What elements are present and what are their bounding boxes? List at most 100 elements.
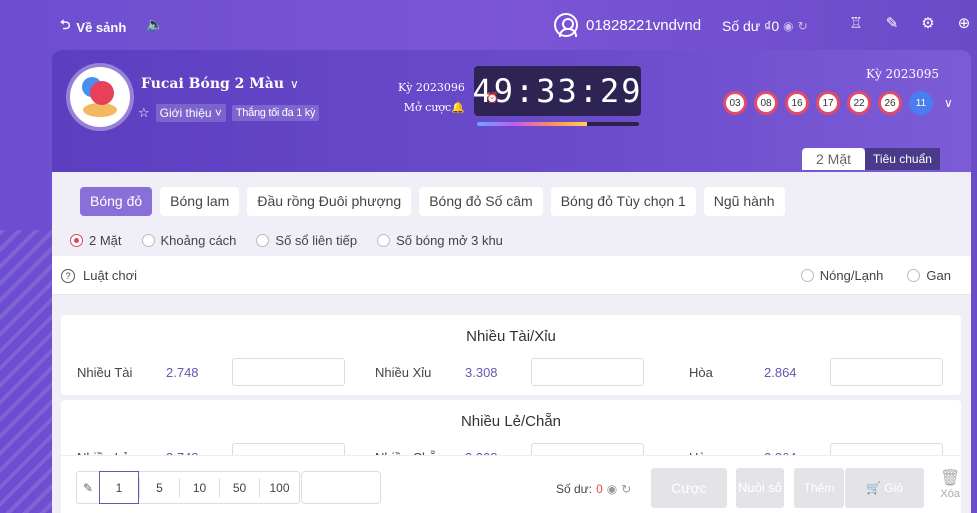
bet-amount-input[interactable] <box>232 358 345 386</box>
sub-options: 2 Mặt Khoảng cách Số sổ liên tiếp Số bóng m… <box>70 233 503 248</box>
delete-button[interactable]: 🗑 Xóa <box>940 468 960 500</box>
globe-icon[interactable]: ⊕ <box>954 14 974 32</box>
rules-link[interactable]: ? Luật chơi <box>61 268 137 283</box>
notes-icon[interactable]: ✎ <box>882 14 902 32</box>
bet-group-title: Nhiều Lẻ/Chẵn <box>460 413 562 430</box>
edit-icon[interactable]: ✎ <box>77 481 99 495</box>
radio-label: Gan <box>926 268 951 283</box>
amount-preset[interactable]: 5 <box>139 477 179 498</box>
result-ball: 26 <box>878 91 902 115</box>
stat-options: Nóng/Lạnh Gan <box>800 268 951 283</box>
bet-label: Nhiều Xỉu <box>375 365 432 380</box>
current-period: Kỳ 2023096 Mở cược🔔 <box>398 78 465 118</box>
sub-option-radio[interactable]: Khoảng cách <box>141 233 237 248</box>
sub-option-radio[interactable]: Số sổ liên tiếp <box>256 233 357 248</box>
cart-icon: 🛒 <box>866 481 881 495</box>
custom-amount-input[interactable] <box>301 471 381 504</box>
radio-label: Nóng/Lạnh <box>819 268 884 283</box>
amount-preset[interactable]: 100 <box>259 477 299 498</box>
bet-row: Nhiều Tài 2.748 Nhiều Xỉu 3.308 Hòa 2.864 <box>61 358 961 386</box>
game-title[interactable]: Fucai Bóng 2 Màu ∨ <box>141 76 299 92</box>
game-logo <box>70 67 130 127</box>
bet-panel: Bóng đỏ Bóng lam Đầu rồng Đuôi phượng Bóng … <box>52 172 971 513</box>
open-bet-status: Mở cược🔔 <box>403 101 465 114</box>
amount-preset[interactable]: 50 <box>219 477 259 498</box>
eye-icon[interactable]: ◉ <box>783 19 793 33</box>
chevron-down-icon: ∨ <box>290 77 299 91</box>
bet-amount-input[interactable] <box>830 358 943 386</box>
balance-value: ₫0 <box>764 18 780 34</box>
bell-icon: 🔔 <box>451 101 465 114</box>
category-tab[interactable]: Ngũ hành <box>703 187 785 216</box>
trash-icon: 🗑 <box>940 470 961 487</box>
radio-dot <box>256 234 270 247</box>
add-button[interactable]: Thêm <box>794 468 844 508</box>
bet-group: Nhiều Tài/Xỉu Nhiều Tài 2.748 Nhiều Xỉu 3.30… <box>61 315 961 395</box>
amount-preset[interactable]: 10 <box>179 477 219 498</box>
top-bar: ⮌ Về sảnh 🔈 01828221vndvnd Số dư ₫0 ◉ ↻ … <box>0 0 977 50</box>
trophy-icon[interactable]: ♖ <box>846 14 866 32</box>
balance-label: Số dư <box>722 18 761 34</box>
bet-odds: 3.308 <box>465 365 498 380</box>
back-to-lobby-button[interactable]: ⮌ Về sảnh <box>60 16 126 38</box>
intro-dropdown[interactable]: Giới thiệu ˅ <box>155 104 226 122</box>
tab-two-sides[interactable]: 2 Mặt <box>802 148 866 170</box>
sub-option-radio[interactable]: Số bóng mở 3 khu <box>377 233 503 248</box>
star-icon[interactable]: ☆ <box>138 105 150 121</box>
bet-label: Nhiều Tài <box>77 365 133 380</box>
user-info[interactable]: 01828221vndvnd <box>554 13 701 37</box>
category-tab[interactable]: Đầu rồng Đuôi phượng <box>247 187 412 216</box>
question-icon: ? <box>61 268 75 283</box>
chevron-down-icon[interactable]: ∨ <box>944 96 953 110</box>
eye-icon[interactable]: ◉ <box>607 482 617 496</box>
header-icons: ♖ ✎ ⚙ ⊕ <box>846 14 974 32</box>
decorative-stripes <box>0 230 52 513</box>
radio-label: Số bóng mở 3 khu <box>396 233 503 248</box>
radio-label: Số sổ liên tiếp <box>275 233 358 248</box>
slip-balance: Số dư: 0 ◉ ↻ <box>556 482 632 496</box>
username: 01828221vndvnd <box>586 16 702 34</box>
tab-standard[interactable]: Tiêu chuẩn <box>865 148 940 170</box>
radio-label: 2 Mặt <box>89 233 122 248</box>
radio-dot <box>141 234 155 247</box>
chase-number-button[interactable]: Nuôi số <box>736 468 784 508</box>
cart-button[interactable]: 🛒 Giỏ <box>845 468 924 508</box>
bet-odds: 2.748 <box>166 365 199 380</box>
category-tab[interactable]: Bóng đỏ Số câm <box>419 187 543 216</box>
amount-presets: ✎ 1 5 10 50 100 <box>76 471 300 504</box>
refresh-icon[interactable]: ↻ <box>621 482 631 496</box>
radio-dot <box>70 234 83 247</box>
back-label: Về sảnh <box>76 19 127 35</box>
game-panel: Fucai Bóng 2 Màu ∨ ☆ Giới thiệu ˅ Thắng … <box>52 50 971 513</box>
alarm-icon: ⏰ <box>486 93 501 104</box>
countdown-progress <box>477 122 639 126</box>
sound-icon[interactable]: 🔈 <box>146 16 163 33</box>
sub-option-radio[interactable]: 2 Mặt <box>70 233 122 248</box>
category-tabs: Bóng đỏ Bóng lam Đầu rồng Đuôi phượng Bóng … <box>80 187 785 216</box>
category-tab[interactable]: Bóng lam <box>160 187 240 216</box>
refresh-icon[interactable]: ↻ <box>798 19 808 33</box>
radio-dot <box>907 269 921 282</box>
user-avatar-icon <box>554 13 578 37</box>
category-tab[interactable]: Bóng đỏ Tùy chọn 1 <box>550 187 696 216</box>
result-ball: 11 <box>909 91 933 115</box>
category-tab[interactable]: Bóng đỏ <box>80 187 153 216</box>
settings-icon[interactable]: ⚙ <box>918 14 938 32</box>
amount-preset[interactable]: 1 <box>99 471 139 504</box>
result-ball: 08 <box>754 91 778 115</box>
bet-button[interactable]: Cược <box>651 468 727 508</box>
result-ball: 17 <box>816 91 840 115</box>
max-win-badge: Thắng tối đa 1 kỳ <box>231 105 320 121</box>
bet-amount-input[interactable] <box>531 358 644 386</box>
stat-option-radio[interactable]: Nóng/Lạnh <box>800 268 884 283</box>
last-period-label: Kỳ 2023095 <box>865 67 939 81</box>
radio-label: Khoảng cách <box>160 233 237 248</box>
countdown-value: 49:33:29 <box>472 72 643 110</box>
result-ball: 22 <box>847 91 871 115</box>
result-ball: 03 <box>723 91 747 115</box>
bet-odds: 2.864 <box>764 365 797 380</box>
bet-group: Nhiều Lẻ/ChẵnNhiều Lẻ2.748Nhiều Chẵn3.30… <box>61 400 961 460</box>
stat-option-radio[interactable]: Gan <box>907 268 951 283</box>
header-balance: Số dư ₫0 ◉ ↻ <box>722 18 808 34</box>
bet-label: Hòa <box>689 365 713 380</box>
